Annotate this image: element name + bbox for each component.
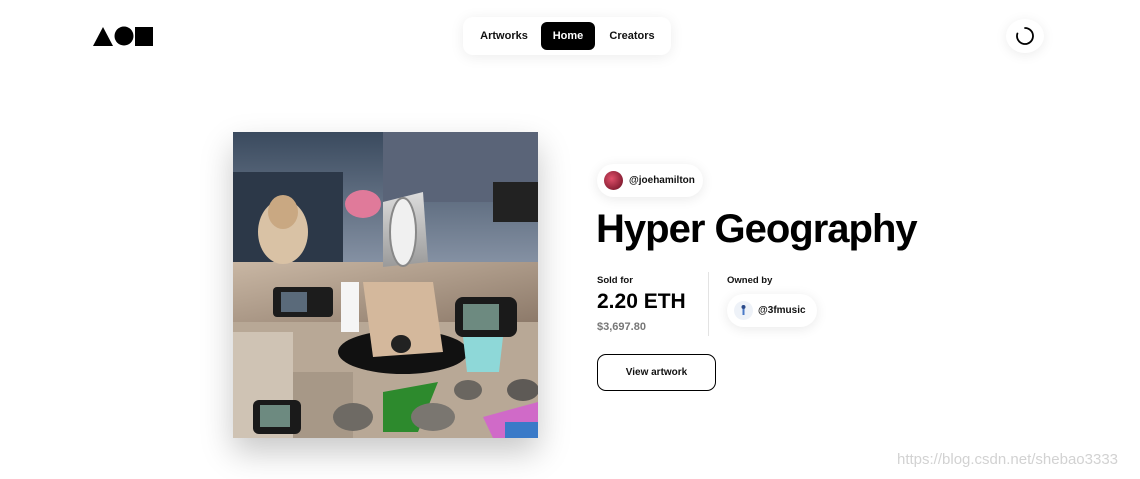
collage-artwork (233, 132, 538, 438)
artwork-title: Hyper Geography (596, 207, 918, 251)
owner-avatar (734, 301, 753, 320)
owned-by-label: Owned by (727, 275, 773, 286)
stats-divider (708, 272, 709, 336)
creator-handle: @joehamilton (629, 175, 695, 186)
logo-shapes-icon (93, 26, 153, 46)
aoh-logo[interactable] (93, 26, 155, 46)
artwork-image[interactable] (233, 132, 538, 438)
view-artwork-button[interactable]: View artwork (597, 354, 716, 391)
nav-home[interactable]: Home (541, 22, 595, 50)
main-nav: Artworks Home Creators (463, 17, 671, 55)
sold-usd-value: $3,697.80 (597, 321, 646, 333)
wallet-connect-button[interactable] (1006, 19, 1044, 53)
owner-chip[interactable]: @3fmusic (727, 294, 817, 327)
sold-eth-value: 2.20 ETH (597, 290, 686, 313)
watermark-text: https://blog.csdn.net/shebao3333 (897, 451, 1119, 468)
loading-spinner-icon (1016, 27, 1034, 45)
creator-avatar (604, 171, 623, 190)
owner-avatar-icon (741, 305, 746, 315)
nav-creators[interactable]: Creators (600, 22, 664, 50)
owner-handle: @3fmusic (758, 305, 806, 316)
nav-artworks[interactable]: Artworks (472, 22, 536, 50)
sold-for-label: Sold for (597, 275, 633, 286)
creator-chip[interactable]: @joehamilton (597, 164, 703, 197)
